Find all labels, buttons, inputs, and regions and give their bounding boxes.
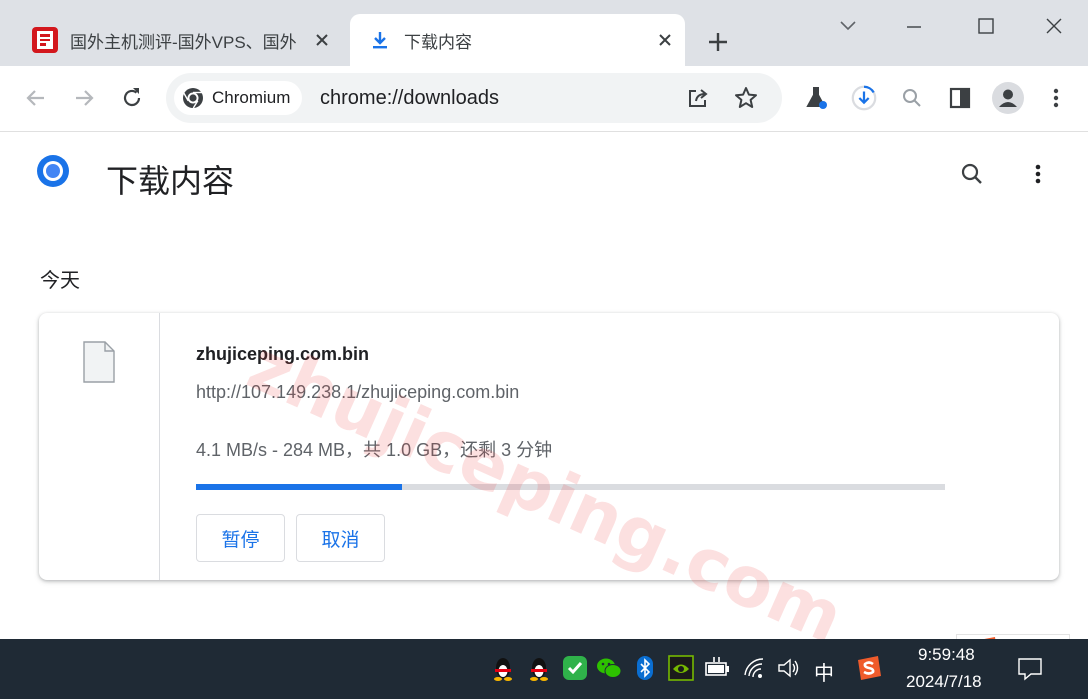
tab-zhujiceping[interactable]: 国外主机测评-国外VPS、国外 — [22, 14, 342, 66]
window-close-icon[interactable] — [1040, 12, 1068, 40]
date-header: 今天 — [40, 270, 80, 292]
reload-icon[interactable] — [118, 84, 146, 112]
zoom-search-icon[interactable] — [898, 84, 926, 112]
url-text[interactable]: chrome://downloads — [320, 87, 499, 110]
security-shield-icon[interactable] — [562, 655, 588, 681]
cancel-button[interactable]: 取消 — [296, 514, 385, 562]
download-icon — [370, 30, 390, 50]
battery-plug-icon[interactable] — [704, 655, 730, 681]
ime-language-indicator[interactable]: 中 — [814, 657, 834, 686]
back-arrow-icon[interactable] — [22, 84, 50, 112]
profile-avatar-icon[interactable] — [992, 82, 1024, 114]
new-tab-plus-icon[interactable] — [704, 28, 732, 56]
clock-time[interactable]: 9:59:48 — [918, 645, 975, 665]
windows-taskbar: 中 9:59:48 2024/7/18 — [0, 639, 1088, 699]
tab-search-chevron-down-icon[interactable] — [834, 12, 862, 40]
close-icon[interactable] — [653, 28, 677, 52]
share-icon[interactable] — [684, 84, 712, 112]
more-vert-icon[interactable] — [1042, 84, 1070, 112]
more-vert-icon[interactable] — [1026, 160, 1050, 188]
tab-strip: 国外主机测评-国外VPS、国外 下载内容 — [0, 0, 1088, 66]
forward-arrow-icon[interactable] — [70, 84, 98, 112]
site-info-chip[interactable]: Chromium — [174, 81, 303, 115]
labs-flask-icon[interactable] — [802, 84, 830, 112]
sogou-input-icon[interactable] — [856, 655, 882, 681]
tab-title: 国外主机测评-国外VPS、国外 — [70, 32, 297, 52]
bluetooth-icon[interactable] — [632, 655, 658, 681]
chip-label: Chromium — [212, 88, 291, 107]
minimize-icon[interactable] — [900, 12, 928, 40]
card-divider — [159, 313, 160, 580]
qq-penguin-icon[interactable] — [490, 655, 516, 681]
side-panel-icon[interactable] — [946, 84, 974, 112]
site-favicon-icon — [32, 27, 58, 53]
clock-date[interactable]: 2024/7/18 — [906, 672, 982, 692]
qq-penguin-icon[interactable] — [526, 655, 552, 681]
file-icon — [83, 341, 115, 383]
tab-downloads[interactable]: 下载内容 — [350, 14, 685, 66]
wechat-icon[interactable] — [596, 655, 622, 681]
page-title: 下载内容 — [106, 163, 235, 199]
search-icon[interactable] — [958, 160, 986, 188]
tab-title: 下载内容 — [404, 32, 472, 52]
chromium-logo-icon — [182, 87, 204, 109]
omnibox[interactable]: Chromium chrome://downloads — [166, 73, 782, 123]
download-item-card: zhujiceping.com.bin http://107.149.238.1… — [39, 313, 1059, 580]
notification-center-icon[interactable] — [1016, 655, 1044, 683]
close-icon[interactable] — [310, 28, 334, 52]
browser-toolbar: Chromium chrome://downloads — [0, 66, 1088, 132]
bookmark-star-icon[interactable] — [732, 84, 760, 112]
maximize-icon[interactable] — [972, 12, 1000, 40]
nvidia-icon[interactable] — [668, 655, 694, 681]
pause-button[interactable]: 暂停 — [196, 514, 285, 562]
progress-bar-fill — [196, 484, 402, 490]
wifi-icon[interactable] — [742, 655, 768, 681]
chrome-logo-icon — [36, 154, 70, 188]
volume-icon[interactable] — [776, 655, 802, 681]
downloads-page: 下载内容 今天 zhujiceping.com.bin http://107.1… — [0, 132, 1088, 678]
download-progress-icon[interactable] — [850, 84, 878, 112]
